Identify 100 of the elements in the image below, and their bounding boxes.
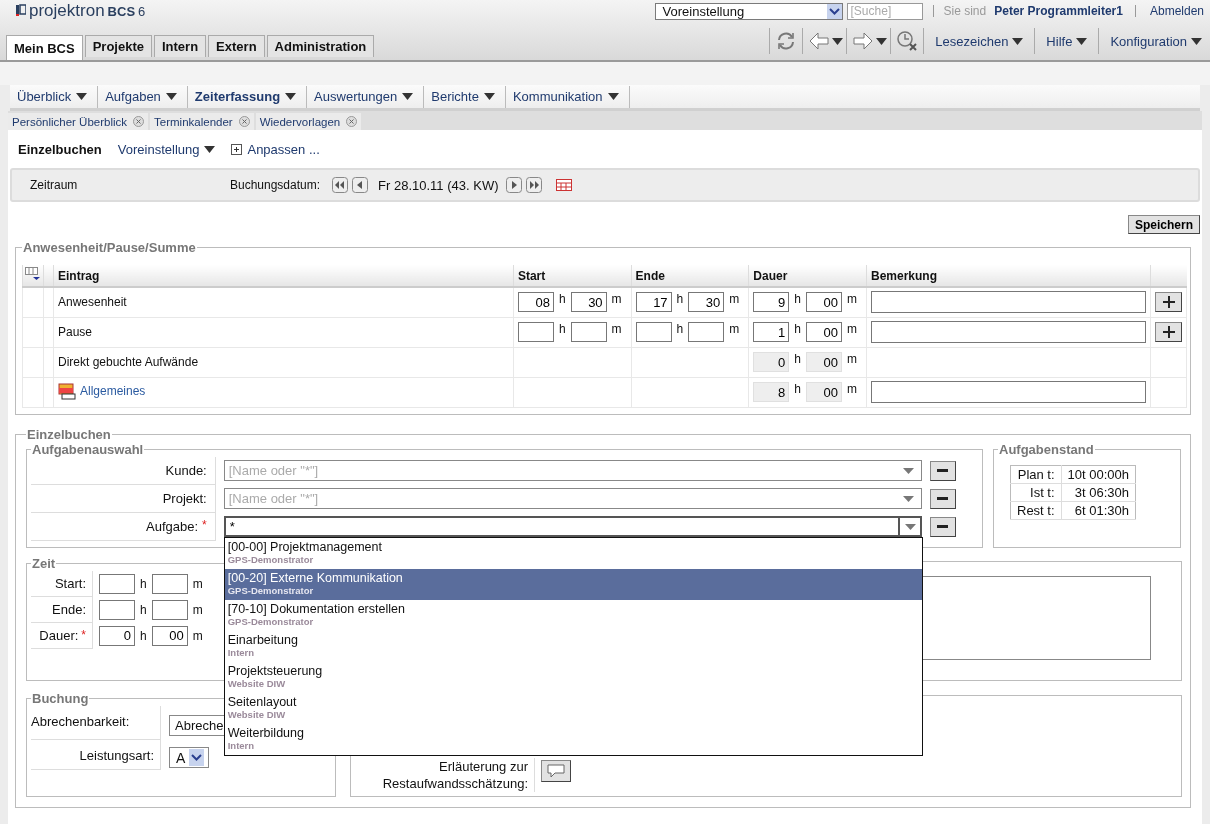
caret-icon	[1191, 37, 1202, 45]
hours-field[interactable]: 17	[635, 292, 672, 313]
entry-link[interactable]: Allgemeines	[57, 381, 146, 400]
menu-item[interactable]: Aufgaben	[98, 85, 188, 108]
status-value: 6t 01:30h	[1061, 501, 1136, 519]
hours-field[interactable]: 0	[99, 625, 135, 646]
service-type-select[interactable]: A	[169, 747, 209, 768]
remove-button[interactable]	[929, 488, 956, 509]
customize-link[interactable]: Anpassen ...	[231, 141, 320, 157]
caret-icon	[76, 93, 88, 100]
last-page-icon[interactable]	[526, 177, 543, 193]
field-label: Abrechenbarkeit:	[31, 713, 130, 729]
folder-icon	[57, 381, 76, 400]
unit-label: h	[140, 576, 147, 591]
column-chooser-icon[interactable]	[25, 267, 41, 281]
back-arrow-icon[interactable]	[808, 30, 831, 52]
remark-field[interactable]	[871, 381, 1146, 403]
menu-item[interactable]: Berichte	[424, 85, 506, 108]
first-page-icon[interactable]	[332, 177, 349, 193]
minutes-field[interactable]	[570, 322, 607, 342]
calendar-icon[interactable]	[556, 179, 573, 191]
main-tab[interactable]: Extern	[208, 35, 265, 57]
logo-product: BCS	[107, 4, 136, 19]
hours-field[interactable]	[635, 322, 672, 342]
user-name: Peter Programmleiter1	[994, 4, 1123, 18]
unit-label: h	[676, 292, 684, 307]
preset-select[interactable]: Voreinstellung	[654, 2, 843, 20]
remark-field[interactable]	[871, 291, 1146, 314]
close-icon[interactable]	[238, 116, 250, 127]
entry-label: Pause	[57, 325, 92, 339]
minutes-field[interactable]	[151, 599, 188, 620]
close-icon[interactable]	[346, 116, 358, 127]
menu-item[interactable]: Auswertungen	[307, 85, 425, 108]
minutes-field[interactable]: 00	[806, 352, 842, 372]
hours-field[interactable]	[517, 322, 554, 342]
caret-icon	[483, 93, 495, 100]
unit-label: m	[847, 292, 857, 307]
unit-label: h	[676, 322, 684, 336]
back-history-caret-icon	[832, 37, 844, 45]
main-tab[interactable]: Mein BCS	[6, 35, 83, 60]
minutes-field[interactable]: 00	[806, 322, 842, 342]
hours-field[interactable]	[99, 573, 135, 594]
unit-label: m	[192, 628, 203, 643]
panel-title: Aufgabenstand	[998, 441, 1095, 457]
remove-button[interactable]	[929, 460, 956, 481]
minutes-field[interactable]: 00	[806, 292, 842, 313]
hours-field[interactable]: 8	[753, 382, 790, 402]
combo-field[interactable]: [Name oder "*"]	[223, 488, 922, 509]
main-tab[interactable]: Administration	[266, 35, 375, 57]
hours-field[interactable]: 0	[753, 352, 790, 372]
entry-label: Anwesenheit	[57, 295, 127, 310]
minus-icon	[937, 469, 949, 472]
hours-field[interactable]: 08	[517, 292, 554, 313]
plus-icon	[1162, 326, 1175, 338]
minutes-field[interactable]: 30	[688, 292, 725, 313]
toolbar-menu[interactable]: Hilfe	[1038, 33, 1096, 49]
hours-field[interactable]: 1	[753, 322, 790, 342]
minutes-field[interactable]: 00	[806, 382, 842, 402]
remove-button[interactable]	[929, 516, 956, 537]
billing-select[interactable]: Abreche	[169, 715, 227, 736]
hours-field[interactable]	[99, 599, 135, 620]
panel-title: Einzelbuchen	[26, 426, 112, 442]
add-button[interactable]	[1155, 292, 1182, 313]
combo-field[interactable]: *	[223, 516, 922, 537]
unit-label: h	[140, 628, 147, 643]
minutes-field[interactable]	[151, 573, 188, 594]
open-tab[interactable]: Persönlicher Überblick	[8, 113, 149, 130]
toolbar-menu[interactable]: Konfiguration	[1102, 33, 1210, 49]
clock-cross-icon[interactable]	[896, 30, 919, 52]
minutes-field[interactable]: 00	[151, 625, 188, 646]
open-tab[interactable]: Wiedervorlagen	[255, 113, 362, 130]
minutes-field[interactable]	[688, 322, 725, 342]
menu-item[interactable]: Kommunikation	[505, 85, 630, 108]
add-button[interactable]	[1155, 322, 1182, 342]
menu-item[interactable]: Zeiterfassung	[187, 85, 308, 108]
previous-icon[interactable]	[352, 177, 369, 193]
menu-item[interactable]: Überblick	[10, 85, 99, 108]
logout-link[interactable]: Abmelden	[1149, 4, 1204, 18]
minutes-field[interactable]: 30	[570, 292, 607, 313]
main-tab[interactable]: Intern	[154, 35, 207, 57]
dropdown-option[interactable]: [00-20] Externe Kommunikation GPS-Demonstrator	[224, 569, 922, 600]
hours-field[interactable]: 9	[753, 292, 790, 313]
close-icon[interactable]	[133, 116, 145, 127]
main-tab[interactable]: Projekte	[84, 35, 152, 57]
dropdown-icon	[189, 749, 205, 766]
forward-arrow-icon[interactable]	[852, 30, 875, 52]
save-button[interactable]: Speichern	[1127, 215, 1200, 234]
unit-label: m	[847, 352, 857, 366]
search-field[interactable]: [Suche]	[846, 2, 923, 20]
open-tab[interactable]: Terminkalender	[150, 113, 254, 130]
next-icon[interactable]	[506, 177, 523, 193]
preset-menu[interactable]: Voreinstellung	[117, 141, 216, 157]
toolbar-menu[interactable]: Lesezeichen	[927, 33, 1032, 49]
caret-icon	[402, 93, 414, 100]
combo-field[interactable]: [Name oder "*"]	[223, 460, 922, 481]
entry-label: Direkt gebuchte Aufwände	[57, 355, 199, 369]
comment-button[interactable]	[541, 759, 571, 782]
unit-label: m	[611, 292, 622, 307]
unit-label: m	[729, 322, 740, 336]
remark-field[interactable]	[871, 321, 1146, 343]
